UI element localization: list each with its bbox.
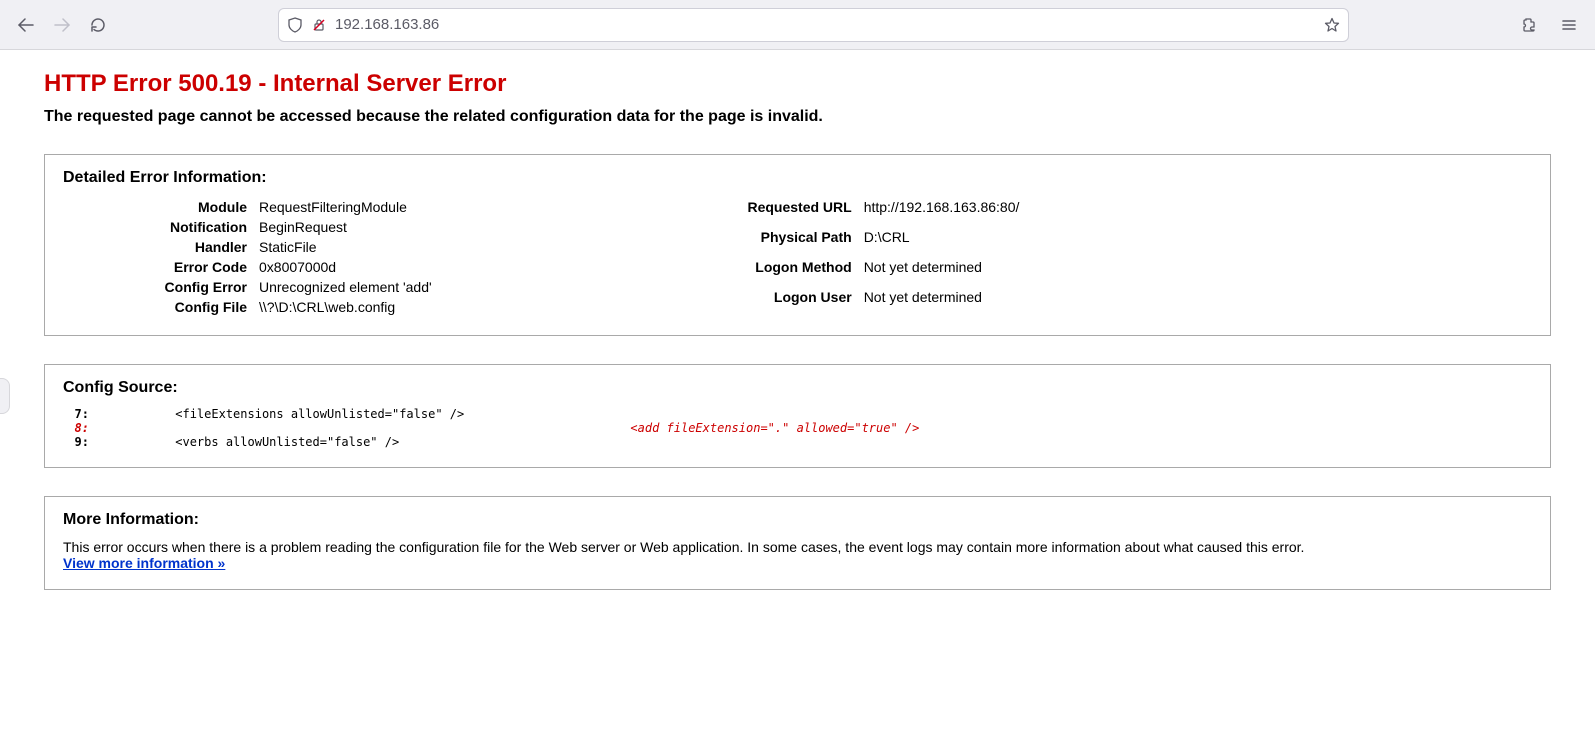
insecure-lock-icon: [311, 17, 327, 33]
details-right-column: Requested URLhttp://192.168.163.86:80/Ph…: [678, 197, 1026, 317]
more-information-text: This error occurs when there is a proble…: [63, 539, 1532, 555]
detail-row: Logon UserNot yet determined: [678, 287, 1026, 317]
error-title: HTTP Error 500.19 - Internal Server Erro…: [44, 70, 1551, 98]
shield-icon: [287, 17, 303, 33]
detail-label: Config File: [103, 297, 253, 317]
more-information-box: More Information: This error occurs when…: [44, 496, 1551, 590]
toolbar-right: [1513, 9, 1585, 41]
arrow-right-icon: [54, 17, 70, 33]
url-text: 192.168.163.86: [335, 16, 1316, 33]
config-source-heading: Config Source:: [63, 379, 1532, 397]
error-subtitle: The requested page cannot be accessed be…: [44, 108, 1551, 126]
detail-value: http://192.168.163.86:80/: [858, 197, 1026, 227]
detail-value: StaticFile: [253, 237, 438, 257]
detail-label: Logon Method: [678, 257, 858, 287]
detail-label: Module: [103, 197, 253, 217]
detail-row: Logon MethodNot yet determined: [678, 257, 1026, 287]
more-information-heading: More Information:: [63, 511, 1532, 529]
detail-label: Notification: [103, 217, 253, 237]
detail-value: Not yet determined: [858, 287, 1026, 317]
detailed-error-heading: Detailed Error Information:: [63, 169, 1532, 187]
bookmark-star-icon[interactable]: [1324, 17, 1340, 33]
reload-icon: [90, 17, 106, 33]
line-number: 8:: [63, 421, 103, 435]
menu-button[interactable]: [1553, 9, 1585, 41]
detail-label: Config Error: [103, 277, 253, 297]
detail-label: Logon User: [678, 287, 858, 317]
address-bar[interactable]: 192.168.163.86: [278, 8, 1349, 42]
detail-row: Error Code0x8007000d: [103, 257, 438, 277]
details-left-column: ModuleRequestFilteringModuleNotification…: [103, 197, 438, 317]
config-line: 9: <verbs allowUnlisted="false" />: [63, 435, 1532, 449]
detail-value: D:\CRL: [858, 227, 1026, 257]
reload-button[interactable]: [82, 9, 114, 41]
config-source-lines: 7: <fileExtensions allowUnlisted="false"…: [63, 407, 1532, 449]
forward-button[interactable]: [46, 9, 78, 41]
hamburger-icon: [1561, 17, 1577, 33]
detail-row: Requested URLhttp://192.168.163.86:80/: [678, 197, 1026, 227]
detail-label: Error Code: [103, 257, 253, 277]
detail-label: Requested URL: [678, 197, 858, 227]
detail-label: Physical Path: [678, 227, 858, 257]
config-line: 7: <fileExtensions allowUnlisted="false"…: [63, 407, 1532, 421]
detail-value: RequestFilteringModule: [253, 197, 438, 217]
back-button[interactable]: [10, 9, 42, 41]
detail-value: \\?\D:\CRL\web.config: [253, 297, 438, 317]
detail-value: 0x8007000d: [253, 257, 438, 277]
line-number: 7:: [63, 407, 103, 421]
detailed-error-box: Detailed Error Information: ModuleReques…: [44, 154, 1551, 336]
line-number: 9:: [63, 435, 103, 449]
puzzle-icon: [1521, 17, 1537, 33]
detail-row: Config ErrorUnrecognized element 'add': [103, 277, 438, 297]
config-source-box: Config Source: 7: <fileExtensions allowU…: [44, 364, 1551, 468]
detail-row: NotificationBeginRequest: [103, 217, 438, 237]
browser-toolbar: 192.168.163.86: [0, 0, 1595, 50]
line-content: <fileExtensions allowUnlisted="false" />: [103, 407, 464, 421]
view-more-information-link[interactable]: View more information »: [63, 555, 225, 571]
detail-label: Handler: [103, 237, 253, 257]
detail-value: Not yet determined: [858, 257, 1026, 287]
arrow-left-icon: [18, 17, 34, 33]
detail-value: Unrecognized element 'add': [253, 277, 438, 297]
detail-row: Config File\\?\D:\CRL\web.config: [103, 297, 438, 317]
config-line: 8: <add fileExtension="." allowed="true"…: [63, 421, 1532, 435]
detail-row: Physical PathD:\CRL: [678, 227, 1026, 257]
line-content: <add fileExtension="." allowed="true" />: [103, 421, 919, 435]
detail-row: ModuleRequestFilteringModule: [103, 197, 438, 217]
detail-row: HandlerStaticFile: [103, 237, 438, 257]
sidebar-handle[interactable]: [0, 378, 10, 414]
detail-value: BeginRequest: [253, 217, 438, 237]
extensions-button[interactable]: [1513, 9, 1545, 41]
error-page: HTTP Error 500.19 - Internal Server Erro…: [0, 50, 1595, 638]
line-content: <verbs allowUnlisted="false" />: [103, 435, 399, 449]
